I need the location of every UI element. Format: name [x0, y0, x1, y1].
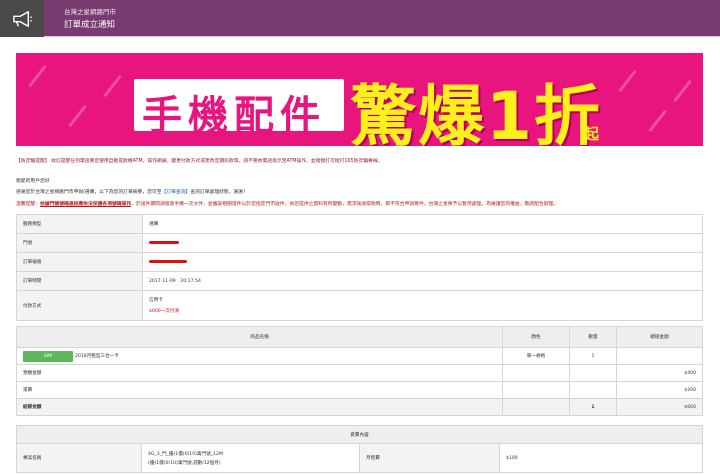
table-row: 服務類型 選購 — [16, 214, 703, 234]
extra-label: 預繳金額 — [16, 364, 503, 382]
header-subtitle: 訂單成立通知 — [64, 20, 116, 30]
warning-bold: 依據門號號碼通訊應依法保護各項號碼操作 — [40, 202, 132, 207]
redacted-mark — [149, 240, 179, 244]
column-header: 總帳金額 — [616, 326, 703, 348]
greeting: 親愛的用戶您好 — [16, 179, 50, 184]
fee-key: 月租費 — [359, 443, 500, 473]
product-amount — [616, 347, 703, 365]
banner-prefix: 手機配件 — [142, 93, 326, 139]
table-row: 付款方式 信用卡 $000一次付清 — [16, 290, 703, 321]
redacted-mark — [149, 259, 187, 263]
total-label: 結帳金額 — [16, 398, 503, 416]
product-color: 單一規格 — [502, 347, 570, 365]
promo-banner[interactable]: 手機配件 驚爆1折 起 — [16, 53, 703, 146]
thanks-prefix: 感謝您於台灣之星網路門市申辦/選購，以下為您的訂單摘要，您可至 — [16, 190, 162, 195]
logo — [0, 0, 44, 37]
fraud-notice: 【防詐騙提醒】 收信提醒任何電話要您使用自動提款機ATM，操作網銀，變更付款方式… — [16, 159, 383, 164]
row-key: 付款方式 — [16, 290, 143, 321]
table-header-row: 資費內容 — [16, 425, 703, 444]
order-query-link[interactable]: 【訂單查詢】 — [162, 190, 191, 195]
table-row: 門號 — [16, 233, 703, 253]
product-name-cell: SIM 2018月租型三合一卡 — [16, 347, 503, 365]
thanks-text: 感謝您於台灣之星網路門市申辦/選購，以下為您的訂單摘要，您可至【訂單查詢】查詢訂… — [16, 188, 248, 195]
extra-amount: $400 — [616, 364, 703, 382]
order-info-table: 服務類型 選購 門號 訂單編號 訂單時間 2017-11-09 20:17:54… — [16, 214, 703, 321]
app-header: 台灣之星網路門市 訂單成立通知 — [0, 0, 720, 37]
table-row: 訂單時間 2017-11-09 20:17:54 — [16, 271, 703, 291]
megaphone-icon — [13, 10, 32, 27]
thanks-suffix: 查詢訂單處理狀態，謝謝！ — [190, 190, 248, 195]
plan-value-line2: (優(1價)0(10)萬門號,週數/12個月) — [148, 460, 221, 466]
warning-rest: ，於送件期間請留意手機一次文件，並攜妥相關證件以於您指定門市收件，依您提供之資料… — [131, 202, 559, 207]
row-value — [142, 233, 703, 253]
total-amount: $600 — [616, 398, 703, 416]
table-row: 預繳金額 $400 — [16, 364, 703, 382]
plan-value-line1: 4G_3_門_優(1價)0(10)萬門號_12M — [148, 451, 223, 457]
row-value: 2017-11-09 20:17:54 — [142, 271, 703, 291]
plan-header: 資費內容 — [16, 425, 703, 444]
table-row: 訂單編號 — [16, 252, 703, 272]
fee-value: $100 — [499, 443, 703, 473]
plan-value: 4G_3_門_優(1價)0(10)萬門號_12M (優(1價)0(10)萬門號,… — [141, 443, 360, 473]
plan-table: 資費內容 專案名稱 4G_3_門_優(1價)0(10)萬門號_12M (優(1價… — [16, 425, 703, 473]
row-key: 服務類型 — [16, 214, 143, 234]
column-header: 商品名稱 — [16, 326, 503, 348]
column-header: 顏色 — [502, 326, 570, 348]
payment-note: $000一次付清 — [149, 309, 180, 314]
row-value: 選購 — [142, 214, 703, 234]
banner-suffix: 起 — [584, 125, 600, 143]
product-qty: 1 — [569, 347, 617, 365]
table-header-row: 商品名稱 顏色 數量 總帳金額 — [16, 326, 703, 348]
sim-badge: SIM — [23, 350, 73, 362]
header-title: 台灣之星網路門市 — [64, 8, 116, 16]
warning-text: 溫馨提醒：依據門號號碼通訊應依法保護各項號碼操作，於送件期間請留意手機一次文件，… — [16, 200, 558, 207]
table-row: SIM 2018月租型三合一卡 單一規格 1 — [16, 347, 703, 365]
payment-method: 信用卡 — [149, 298, 163, 303]
row-value: 信用卡 $000一次付清 — [142, 290, 703, 321]
column-header: 數量 — [569, 326, 617, 348]
row-value — [142, 252, 703, 272]
total-qty: 1 — [569, 398, 617, 416]
extra-label: 運費 — [16, 381, 503, 399]
total-row: 結帳金額 1 $600 — [16, 398, 703, 416]
product-name: 2018月租型三合一卡 — [75, 353, 119, 359]
row-key: 訂單時間 — [16, 271, 143, 291]
extra-amount: $200 — [616, 381, 703, 399]
table-row: 運費 $200 — [16, 381, 703, 399]
row-key: 訂單編號 — [16, 252, 143, 272]
banner-headline: 驚爆1折 — [350, 78, 602, 146]
warning-prefix: 溫馨提醒： — [16, 202, 40, 207]
table-row: 專案名稱 4G_3_門_優(1價)0(10)萬門號_12M (優(1價)0(10… — [16, 443, 703, 473]
row-key: 門號 — [16, 233, 143, 253]
plan-key: 專案名稱 — [16, 443, 142, 473]
product-table: 商品名稱 顏色 數量 總帳金額 SIM 2018月租型三合一卡 單一規格 1 預繳… — [16, 326, 703, 416]
